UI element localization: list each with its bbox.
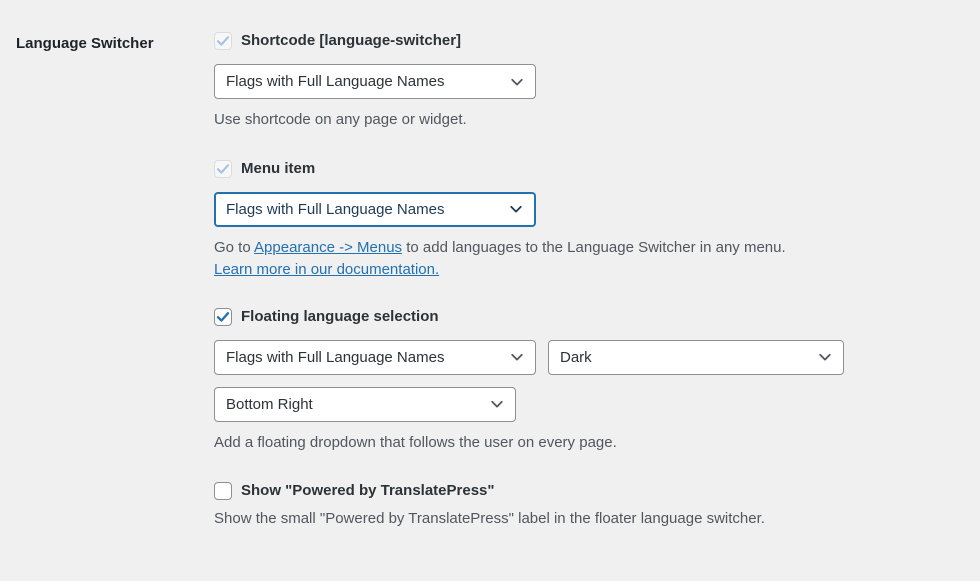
menu-item-description-prefix: Go to bbox=[214, 238, 255, 256]
floating-description: Add a floating dropdown that follows the… bbox=[214, 433, 617, 451]
floating-position-select-value: Bottom Right bbox=[226, 395, 313, 413]
language-switcher-settings-row: Language Switcher Shortcode [language-sw… bbox=[0, 0, 980, 531]
powered-by-checkbox[interactable] bbox=[214, 482, 232, 500]
shortcode-select-row: Flags with Full Language Names bbox=[214, 64, 980, 99]
menu-item-checkbox-row[interactable]: Menu item bbox=[214, 158, 980, 180]
floating-style-theme-row: Flags with Full Language Names Dark bbox=[214, 339, 980, 375]
appearance-menus-link[interactable]: Appearance -> Menus bbox=[254, 239, 402, 256]
check-icon bbox=[216, 36, 230, 46]
chevron-down-icon bbox=[511, 353, 523, 361]
shortcode-description: Use shortcode on any page or widget. bbox=[214, 111, 467, 128]
menu-item-checkbox[interactable] bbox=[214, 159, 232, 178]
menu-item-description-suffix: to add languages to the Language Switche… bbox=[402, 238, 786, 256]
check-icon bbox=[216, 311, 230, 322]
documentation-link[interactable]: Learn more in our documentation. bbox=[214, 261, 439, 278]
floating-position-row: Bottom Right bbox=[214, 386, 980, 422]
menu-item-style-select[interactable]: Flags with Full Language Names bbox=[214, 191, 536, 227]
floating-theme-select-value: Dark bbox=[560, 348, 592, 366]
shortcode-style-select-value: Flags with Full Language Names bbox=[226, 73, 445, 90]
floating-checkbox-row[interactable]: Floating language selection bbox=[214, 306, 980, 328]
powered-by-checkbox-row[interactable]: Show "Powered by TranslatePress" bbox=[214, 480, 980, 502]
chevron-down-icon bbox=[511, 78, 523, 85]
powered-by-checkbox-label: Show "Powered by TranslatePress" bbox=[241, 482, 495, 500]
floating-style-select-value: Flags with Full Language Names bbox=[226, 348, 445, 366]
settings-fields-column: Shortcode [language-switcher] Flags with… bbox=[200, 30, 980, 531]
chevron-down-icon bbox=[510, 205, 522, 213]
floating-theme-select[interactable]: Dark bbox=[548, 339, 844, 375]
menu-item-style-select-value: Flags with Full Language Names bbox=[226, 200, 445, 218]
menu-item-description: Go to Appearance -> Menus to add languag… bbox=[214, 237, 980, 282]
shortcode-checkbox[interactable] bbox=[214, 32, 232, 50]
section-label: Language Switcher bbox=[16, 35, 154, 52]
floating-style-select[interactable]: Flags with Full Language Names bbox=[214, 339, 536, 375]
shortcode-checkbox-label: Shortcode [language-switcher] bbox=[241, 32, 462, 50]
menu-item-checkbox-label: Menu item bbox=[241, 159, 316, 177]
chevron-down-icon bbox=[491, 400, 503, 408]
floating-language-checkbox[interactable] bbox=[214, 307, 232, 326]
shortcode-style-select[interactable]: Flags with Full Language Names bbox=[214, 64, 536, 99]
menu-item-select-row: Flags with Full Language Names bbox=[214, 191, 980, 227]
floating-position-select[interactable]: Bottom Right bbox=[214, 386, 516, 422]
floating-language-checkbox-label: Floating language selection bbox=[241, 307, 439, 325]
powered-by-description: Show the small "Powered by TranslatePres… bbox=[214, 510, 765, 527]
chevron-down-icon bbox=[819, 353, 831, 361]
shortcode-checkbox-row[interactable]: Shortcode [language-switcher] bbox=[214, 30, 980, 52]
check-icon bbox=[216, 163, 230, 174]
